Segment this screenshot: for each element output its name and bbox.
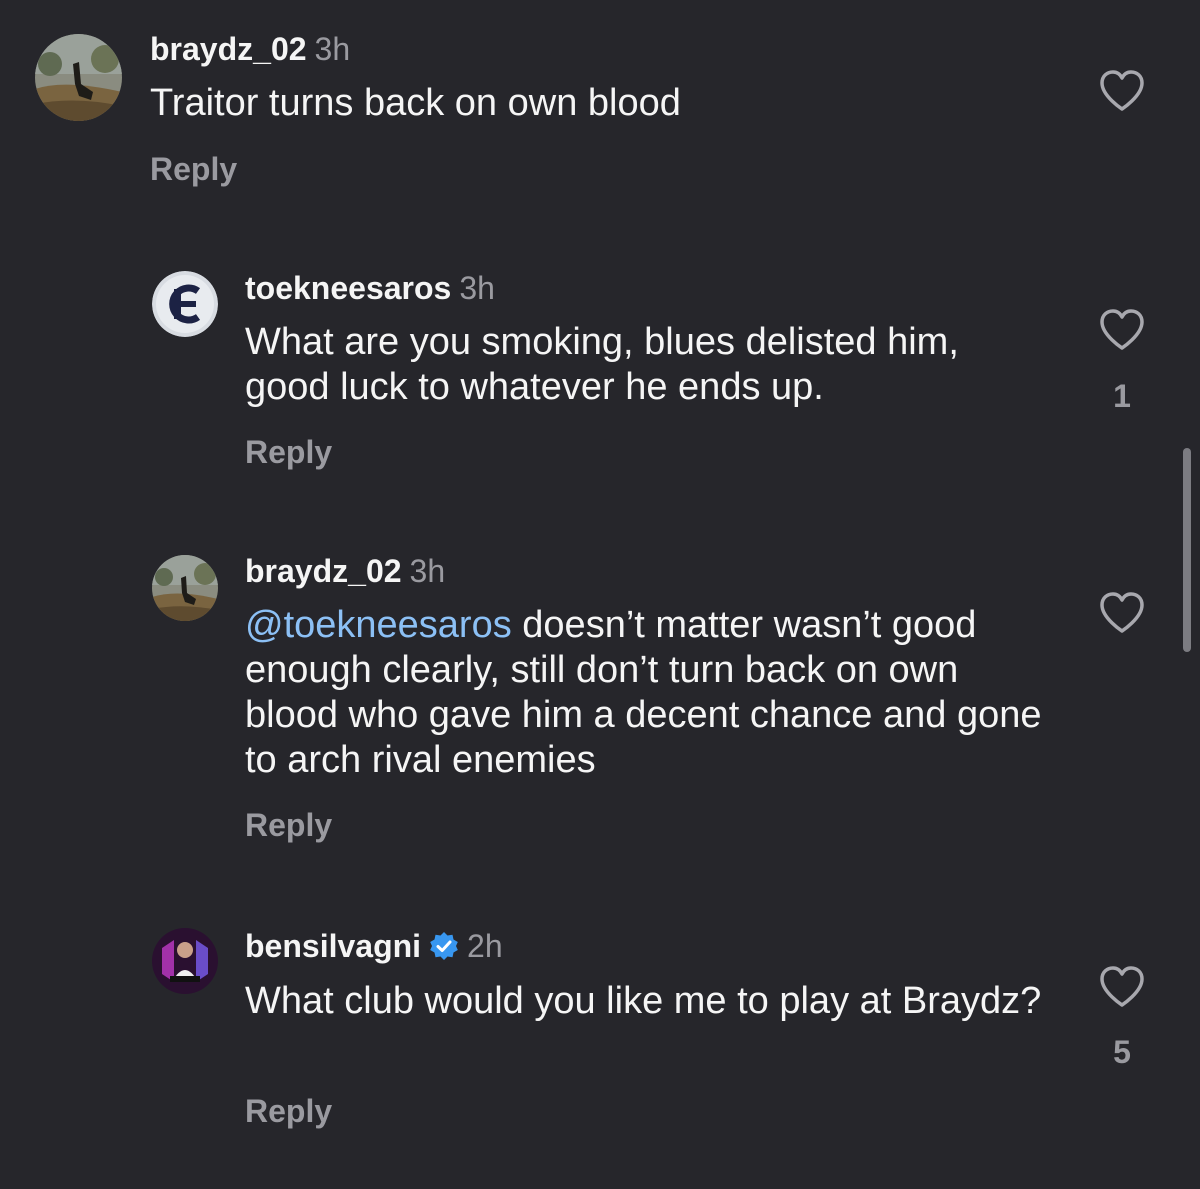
- timestamp: 3h: [459, 270, 495, 306]
- avatar[interactable]: [152, 271, 218, 337]
- verified-badge-icon: [430, 932, 458, 960]
- profile-photo-icon: [152, 928, 218, 994]
- username[interactable]: bensilvagni: [245, 928, 421, 964]
- avatar[interactable]: [35, 34, 122, 121]
- dog-photo-icon: [152, 555, 218, 621]
- reply-button[interactable]: Reply: [245, 1093, 332, 1130]
- timestamp: 3h: [409, 553, 446, 589]
- comment-text: Traitor turns back on own blood: [150, 82, 681, 124]
- heart-icon[interactable]: [1098, 308, 1146, 352]
- comment-text: What are you smoking, blues delisted him…: [245, 321, 959, 408]
- reply-button[interactable]: Reply: [150, 151, 237, 188]
- like-count: 1: [1113, 378, 1131, 414]
- comment-text: What club would you like me to play at B…: [245, 980, 1042, 1022]
- avatar[interactable]: [152, 928, 218, 994]
- reply-button[interactable]: Reply: [245, 434, 332, 471]
- timestamp: 2h: [467, 928, 503, 964]
- scrollbar[interactable]: [1183, 448, 1191, 652]
- username[interactable]: toekneesaros: [245, 270, 451, 306]
- heart-icon[interactable]: [1098, 965, 1146, 1009]
- heart-icon[interactable]: [1098, 591, 1146, 635]
- like-count: 5: [1113, 1034, 1131, 1070]
- dog-photo-icon: [35, 34, 122, 121]
- comment-text: @toekneesaros doesn’t matter wasn’t good…: [245, 603, 1045, 783]
- timestamp: 3h: [314, 31, 351, 67]
- avatar[interactable]: [152, 555, 218, 621]
- mention-link[interactable]: @toekneesaros: [245, 604, 512, 646]
- heart-icon[interactable]: [1098, 69, 1146, 113]
- username[interactable]: braydz_02: [150, 31, 307, 67]
- reply-button[interactable]: Reply: [245, 807, 332, 844]
- club-logo-icon: [152, 271, 218, 337]
- username[interactable]: braydz_02: [245, 553, 402, 589]
